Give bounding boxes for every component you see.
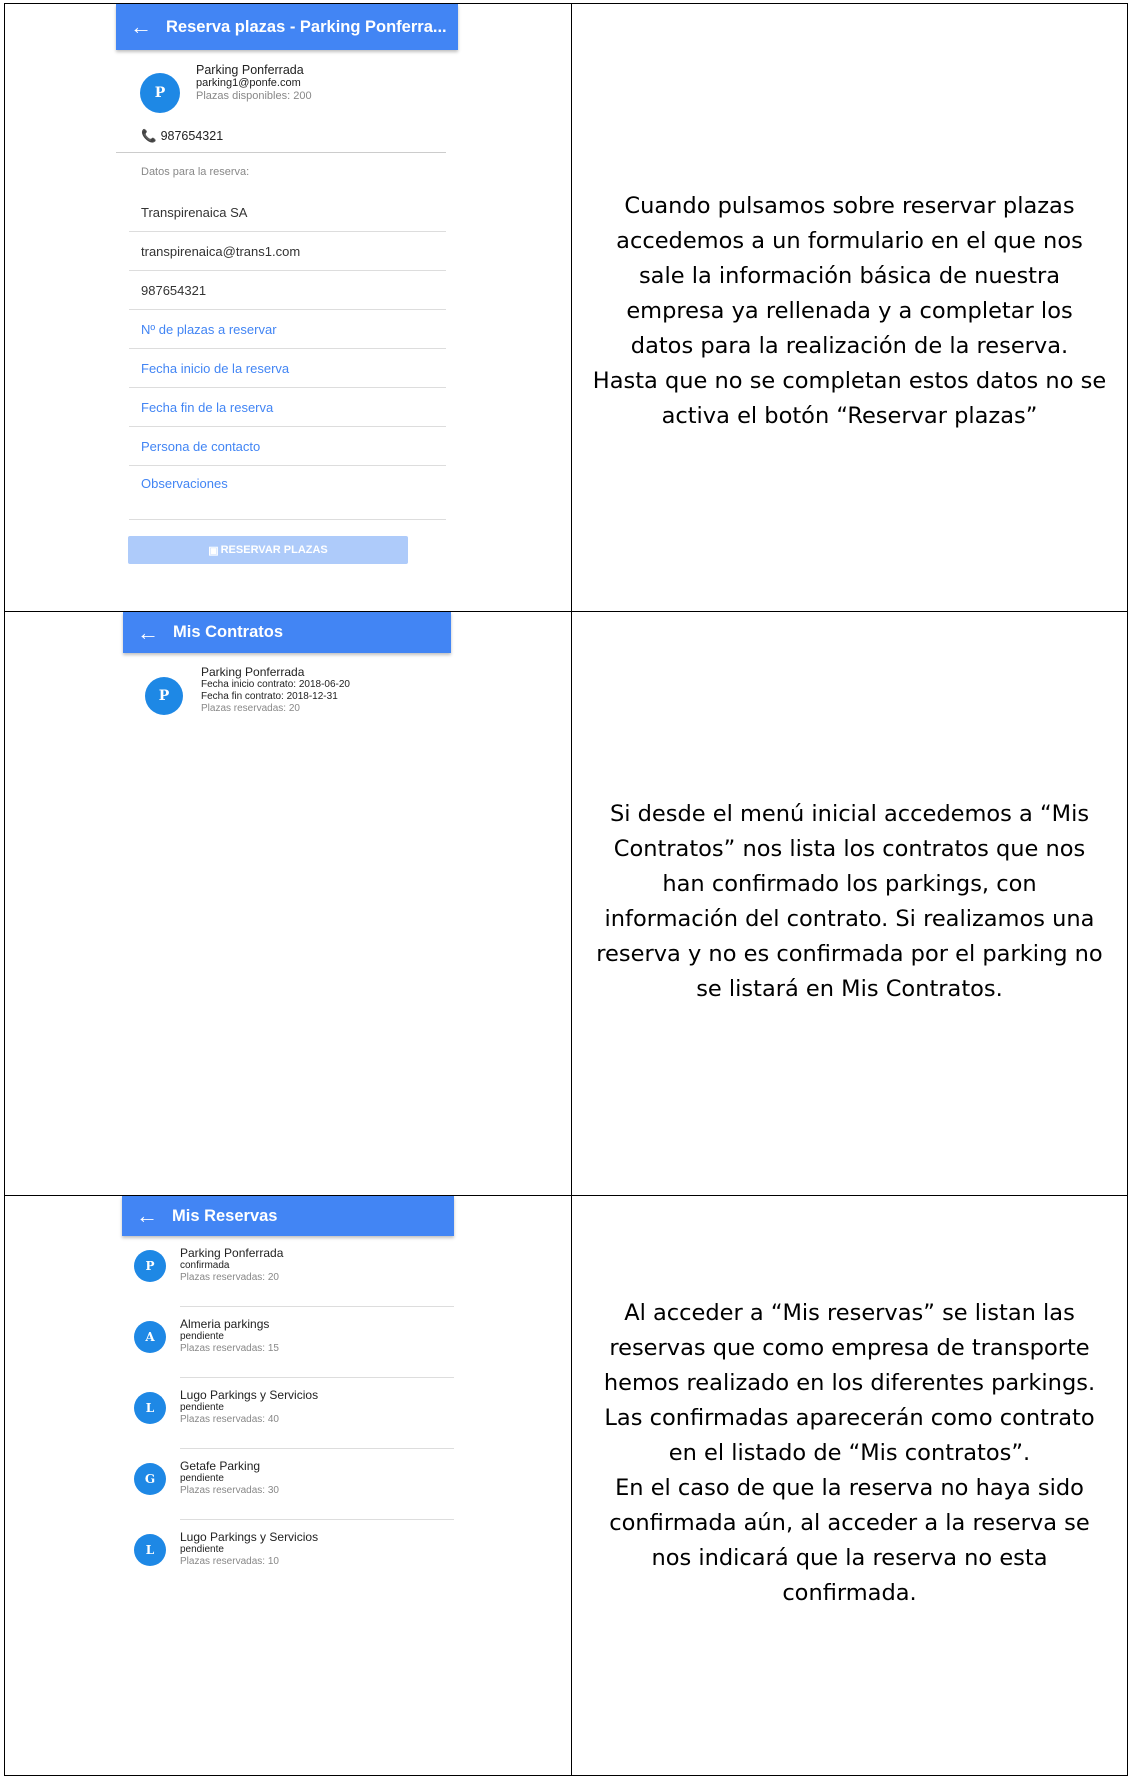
desc-line: información del contrato. Si realizamos …: [604, 906, 1095, 932]
back-arrow-icon[interactable]: ←: [116, 14, 166, 40]
list-item[interactable]: A Almeria parkings pendiente Plazas rese…: [134, 1307, 454, 1378]
desc-line: Hasta que no se completan estos datos no…: [592, 368, 1107, 394]
list-item[interactable]: G Getafe Parking pendiente Plazas reserv…: [134, 1449, 454, 1520]
page-title: Mis Contratos: [173, 623, 284, 641]
reserva-name: Almeria parkings: [180, 1317, 270, 1331]
avatar: P: [145, 677, 183, 715]
button-label: RESERVAR PLAZAS: [220, 544, 328, 556]
list-item[interactable]: L Lugo Parkings y Servicios pendiente Pl…: [134, 1520, 454, 1590]
company-name-field[interactable]: Transpirenaica SA: [129, 193, 446, 232]
page-title: Mis Reservas: [172, 1206, 278, 1225]
phone-row: 📞 987654321: [116, 120, 446, 153]
plazas-disponibles: Plazas disponibles: 200: [196, 90, 312, 102]
desc-line: Contratos” nos lista los contratos que n…: [613, 836, 1086, 862]
reserva-name: Lugo Parkings y Servicios: [180, 1530, 319, 1544]
desc-line: confirmada.: [782, 1580, 917, 1606]
desc-line: Al acceder a “Mis reservas” se listan la…: [624, 1300, 1075, 1326]
contrato-fin: Fecha fin contrato: 2018-12-31: [201, 691, 338, 702]
company-email-field[interactable]: transpirenaica@trans1.com: [129, 232, 446, 271]
back-arrow-icon[interactable]: ←: [122, 1203, 172, 1229]
desc-line: reservas que como empresa de transporte: [609, 1335, 1090, 1361]
description-1: Cuando pulsamos sobre reservar plazas ac…: [572, 189, 1127, 434]
cell-desc-3: Al acceder a “Mis reservas” se listan la…: [571, 1195, 1128, 1776]
reserva-plazas: Plazas reservadas: 40: [180, 1414, 279, 1425]
reserva-plazas: Plazas reservadas: 10: [180, 1556, 279, 1567]
reserva-plazas: Plazas reservadas: 15: [180, 1343, 279, 1354]
parking-card: P Parking Ponferrada parking1@ponfe.com …: [116, 50, 458, 120]
list-item[interactable]: L Lugo Parkings y Servicios pendiente Pl…: [134, 1378, 454, 1449]
reserva-name: Parking Ponferrada: [180, 1246, 284, 1260]
reserva-name: Lugo Parkings y Servicios: [180, 1388, 319, 1402]
save-icon: ▣: [208, 544, 219, 557]
cell-desc-2: Si desde el menú inicial accedemos a “Mi…: [571, 611, 1128, 1196]
avatar: A: [134, 1321, 166, 1353]
reserva-status: pendiente: [180, 1473, 224, 1484]
observaciones-field[interactable]: Observaciones: [129, 466, 446, 520]
desc-line: se listará en Mis Contratos.: [696, 976, 1003, 1002]
desc-line: confirmada aún, al acceder a la reserva …: [609, 1510, 1090, 1536]
fecha-inicio-field[interactable]: Fecha inicio de la reserva: [129, 349, 446, 388]
reserva-status: pendiente: [180, 1331, 224, 1342]
app-bar: ← Mis Reservas: [122, 1196, 454, 1236]
reservar-plazas-button[interactable]: ▣ RESERVAR PLAZAS: [128, 536, 408, 564]
parking-email: parking1@ponfe.com: [196, 77, 301, 89]
parking-name: Parking Ponferrada: [196, 63, 304, 77]
reserva-screen: ← Reserva plazas - Parking Ponferra... P…: [116, 4, 458, 590]
cell-reservas-screenshot: ← Mis Reservas P Parking Ponferrada conf…: [4, 1195, 572, 1776]
desc-line: activa el botón “Reservar plazas”: [661, 403, 1038, 429]
reserva-status: pendiente: [180, 1402, 224, 1413]
avatar: L: [134, 1392, 166, 1424]
desc-line: datos para la realización de la reserva.: [630, 333, 1069, 359]
desc-line: nos indicará que la reserva no esta: [651, 1545, 1048, 1571]
page-title: Reserva plazas - Parking Ponferra...: [166, 17, 447, 36]
desc-line: hemos realizado en los diferentes parkin…: [603, 1370, 1096, 1396]
avatar: G: [134, 1463, 166, 1495]
parking-phone: 987654321: [160, 129, 224, 143]
back-arrow-icon[interactable]: ←: [123, 620, 173, 646]
contacto-field[interactable]: Persona de contacto: [129, 427, 446, 466]
desc-line: reserva y no es confirmada por el parkin…: [596, 941, 1103, 967]
desc-line: accedemos a un formulario en el que nos: [616, 228, 1083, 254]
avatar: P: [140, 73, 180, 113]
cell-desc-1: Cuando pulsamos sobre reservar plazas ac…: [571, 3, 1128, 612]
reservas-list: P Parking Ponferrada confirmada Plazas r…: [122, 1236, 454, 1590]
plazas-field[interactable]: Nº de plazas a reservar: [129, 310, 446, 349]
cell-contratos-screenshot: ← Mis Contratos P Parking Ponferrada Fec…: [4, 611, 572, 1196]
list-item[interactable]: P Parking Ponferrada confirmada Plazas r…: [134, 1236, 454, 1307]
contratos-screen: ← Mis Contratos P Parking Ponferrada Fec…: [123, 612, 451, 812]
cell-reserva-screenshot: ← Reserva plazas - Parking Ponferra... P…: [4, 3, 572, 612]
desc-line: sale la información básica de nuestra: [638, 263, 1061, 289]
section-label: Datos para la reserva:: [141, 166, 250, 178]
description-2: Si desde el menú inicial accedemos a “Mi…: [572, 797, 1127, 1007]
contrato-inicio: Fecha inicio contrato: 2018-06-20: [201, 679, 350, 690]
desc-line: han confirmado los parkings, con: [662, 871, 1037, 897]
contrato-plazas: Plazas reservadas: 20: [201, 703, 300, 714]
reserva-name: Getafe Parking: [180, 1459, 261, 1473]
app-bar: ← Reserva plazas - Parking Ponferra...: [116, 4, 458, 50]
desc-line: En el caso de que la reserva no haya sid…: [615, 1475, 1084, 1501]
description-3: Al acceder a “Mis reservas” se listan la…: [572, 1296, 1127, 1611]
avatar: L: [134, 1534, 166, 1566]
fecha-fin-field[interactable]: Fecha fin de la reserva: [129, 388, 446, 427]
desc-line: Si desde el menú inicial accedemos a “Mi…: [609, 801, 1090, 827]
reserva-status: pendiente: [180, 1544, 224, 1555]
reserva-plazas: Plazas reservadas: 30: [180, 1485, 279, 1496]
phone-icon: 📞: [141, 128, 157, 143]
contrato-name: Parking Ponferrada: [201, 665, 305, 679]
avatar: P: [134, 1250, 166, 1282]
desc-line: empresa ya rellenada y a completar los: [626, 298, 1073, 324]
desc-line: en el listado de “Mis contratos”.: [668, 1440, 1031, 1466]
document-table: ← Reserva plazas - Parking Ponferra... P…: [4, 3, 1128, 1776]
app-bar: ← Mis Contratos: [123, 612, 451, 653]
reserva-status: confirmada: [180, 1260, 230, 1271]
reserva-plazas: Plazas reservadas: 20: [180, 1272, 279, 1283]
desc-line: Las confirmadas aparecerán como contrato: [604, 1405, 1095, 1431]
reservas-screen: ← Mis Reservas P Parking Ponferrada conf…: [122, 1196, 454, 1596]
company-phone-field[interactable]: 987654321: [129, 271, 446, 310]
desc-line: Cuando pulsamos sobre reservar plazas: [624, 193, 1075, 219]
